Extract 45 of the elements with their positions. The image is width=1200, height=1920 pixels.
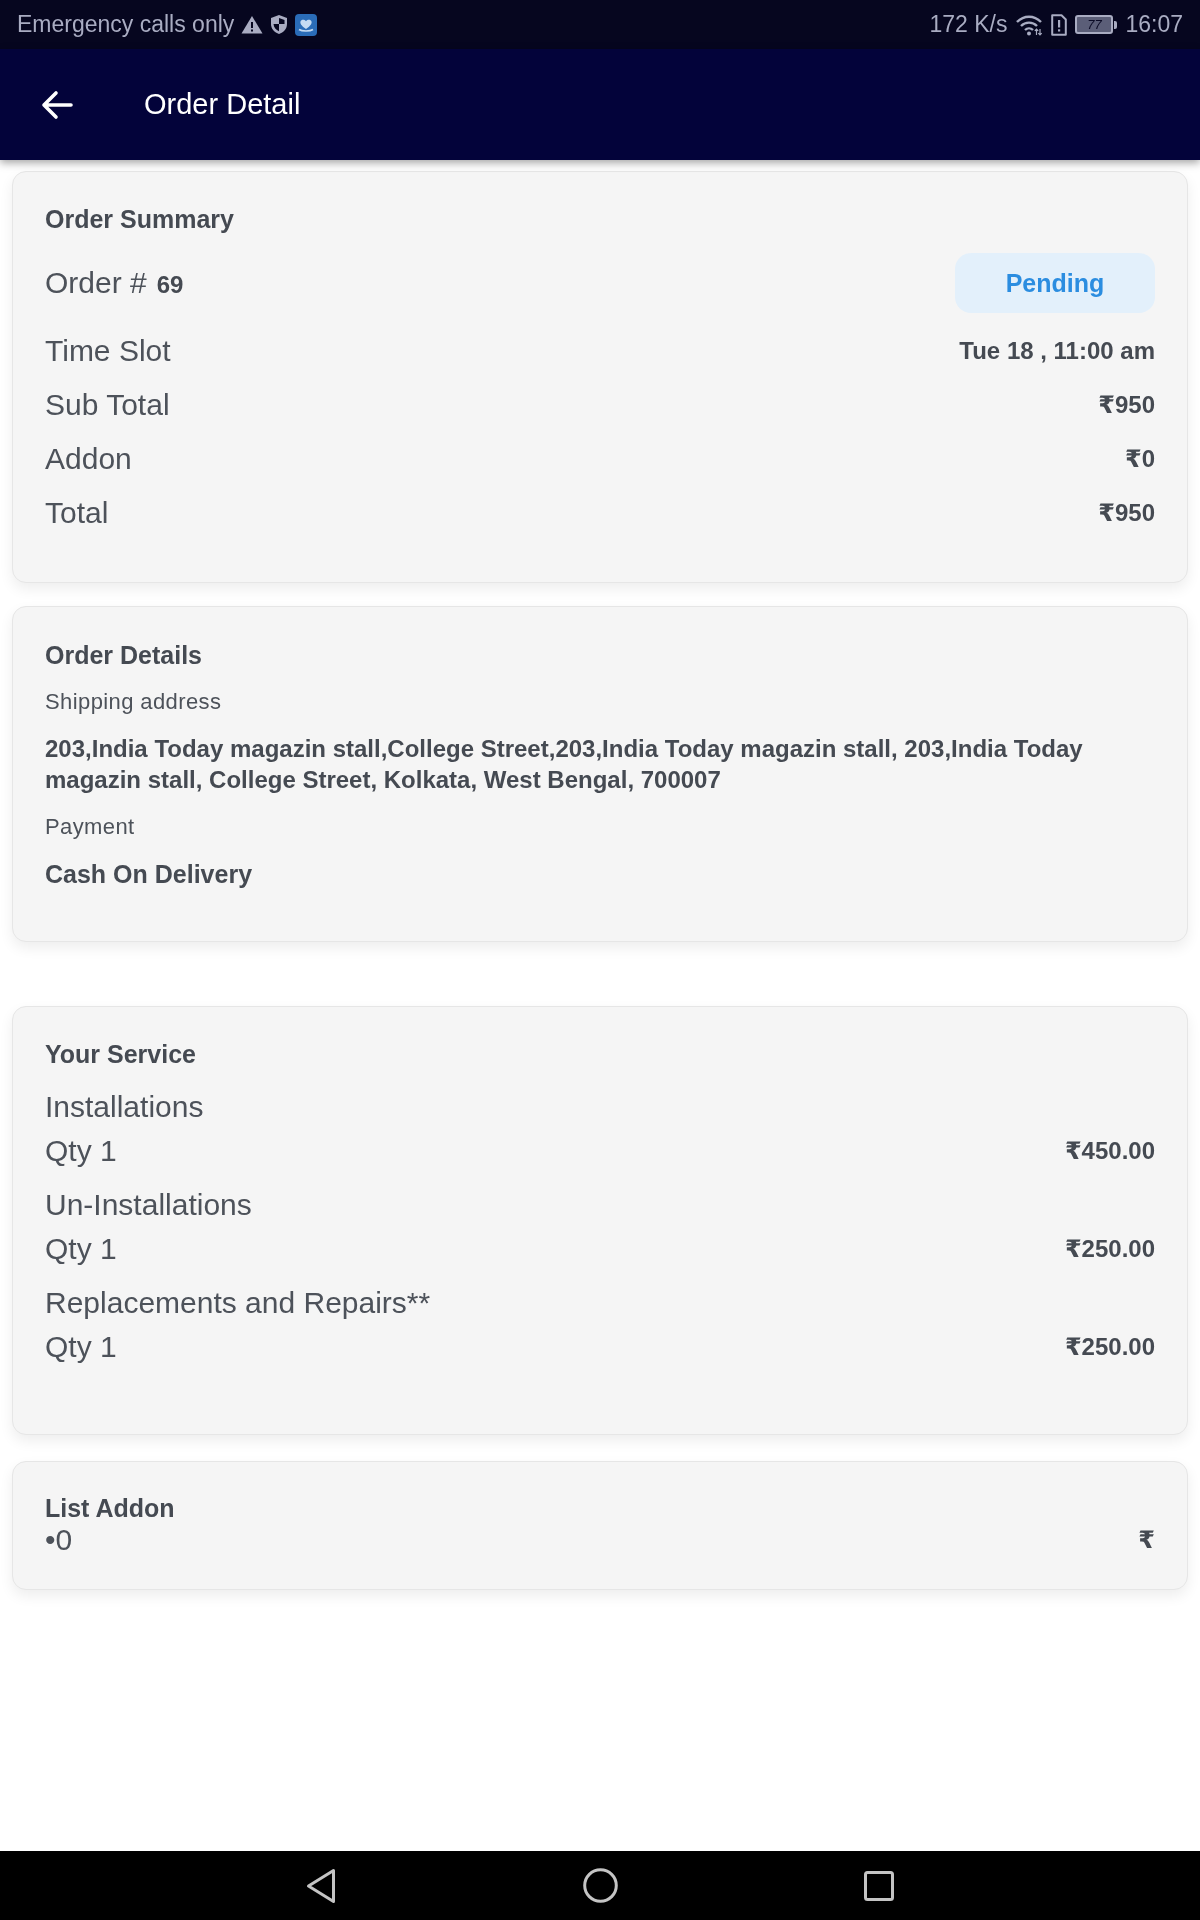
summary-label: Total xyxy=(45,495,109,531)
field-label: Shipping address xyxy=(45,688,223,716)
card-heading: Order Details xyxy=(45,640,202,670)
card-heading: List Addon xyxy=(45,1493,175,1523)
addon-price: ₹ xyxy=(1138,1526,1155,1554)
back-arrow-icon xyxy=(40,89,73,120)
service-quantity: Qty 1 xyxy=(45,1231,117,1267)
home-circle-icon xyxy=(582,1868,618,1903)
sim-alert-icon xyxy=(1051,13,1068,36)
field-label: Payment xyxy=(45,813,136,841)
payment-method: Cash On Delivery xyxy=(45,859,254,889)
wifi-icon xyxy=(1015,13,1044,36)
service-price: ₹250.00 xyxy=(1064,1333,1155,1361)
summary-label: Time Slot xyxy=(45,333,171,369)
service-name: Un-Installations xyxy=(45,1187,252,1223)
shield-icon xyxy=(270,14,289,35)
order-number-label: Order # xyxy=(45,265,147,301)
service-quantity: Qty 1 xyxy=(45,1329,117,1365)
clock-time: 16:07 xyxy=(1125,11,1183,38)
summary-value: ₹0 xyxy=(1124,445,1155,473)
service-quantity: Qty 1 xyxy=(45,1133,117,1169)
summary-value: ₹950 xyxy=(1098,499,1155,527)
back-triangle-icon xyxy=(306,1867,336,1904)
screen-title: Order Detail xyxy=(144,88,301,121)
back-button[interactable] xyxy=(40,89,73,120)
status-notice: Emergency calls only xyxy=(17,11,235,38)
summary-label: Addon xyxy=(45,441,132,477)
summary-value: ₹950 xyxy=(1098,391,1155,419)
service-price: ₹450.00 xyxy=(1064,1137,1155,1165)
network-speed: 172 K/s xyxy=(929,11,1008,38)
warning-icon xyxy=(241,15,264,34)
summary-value: Tue 18 , 11:00 am xyxy=(959,337,1155,365)
addon-name: •0 xyxy=(45,1523,73,1557)
summary-label: Sub Total xyxy=(45,387,170,423)
service-name: Installations xyxy=(45,1089,204,1125)
order-number: 69 xyxy=(156,271,184,299)
recents-square-icon xyxy=(864,1870,894,1901)
shipping-address: 203,India Today magazin stall,College Street,203,India Today magazin stall, 203,India Today magazin stall, College Street, Kolkata, West Bengal, 700007 xyxy=(45,734,1084,795)
service-name: Replacements and Repairs** xyxy=(45,1285,431,1321)
heart-app-icon xyxy=(295,13,318,36)
card-heading: Order Summary xyxy=(45,204,234,234)
service-price: ₹250.00 xyxy=(1064,1235,1155,1263)
card-heading: Your Service xyxy=(45,1039,196,1069)
battery-percent: 77 xyxy=(1087,17,1102,32)
status-badge: Pending xyxy=(955,253,1155,313)
